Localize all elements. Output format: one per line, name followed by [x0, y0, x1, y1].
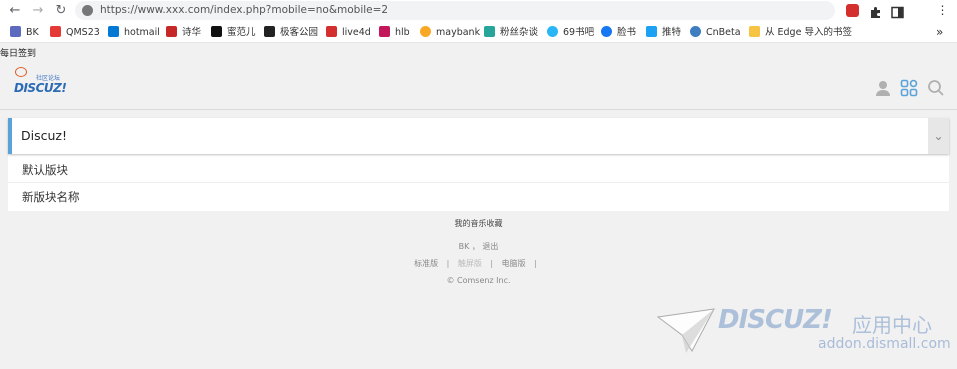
bookmark-geekpark[interactable]: 极客公园	[264, 25, 318, 40]
extensions-puzzle-icon[interactable]	[869, 4, 882, 18]
bookmark-icon	[50, 26, 61, 37]
bookmark-qms23[interactable]: QMS23	[50, 25, 100, 40]
bookmark-hotmail[interactable]: hotmail	[108, 25, 160, 40]
paper-plane-icon	[656, 308, 715, 353]
site-header: 社区论坛 DISCUZ!	[0, 59, 957, 110]
discuz-logo[interactable]: 社区论坛 DISCUZ!	[12, 67, 72, 97]
shield-extension-icon[interactable]	[846, 4, 859, 17]
collapse-chevron-icon[interactable]: ⌄	[928, 118, 949, 154]
bookmark-folder-edge[interactable]: 从 Edge 导入的书签	[749, 25, 852, 40]
logo-text: DISCUZ!	[14, 81, 67, 95]
watermark-url: addon.dismall.com	[818, 336, 951, 352]
forum-category-title: Discuz!	[21, 128, 67, 143]
logout-link[interactable]: 退出	[482, 242, 498, 251]
comma-separator: ，	[471, 242, 480, 251]
bookmark-icon	[326, 26, 337, 37]
sub-forum-link[interactable]: 默认版块	[22, 162, 68, 178]
site-info-icon[interactable]	[82, 5, 93, 16]
watermark-brand: DISCUZ!	[718, 305, 833, 335]
bookmark-bk[interactable]: BK	[10, 25, 39, 40]
separator: |	[446, 259, 450, 268]
user-links: BK ， 退出	[0, 241, 957, 252]
forum-category-header[interactable]: Discuz! ⌄	[8, 118, 949, 154]
logo-bubble-icon	[15, 67, 27, 77]
bookmark-cnbeta[interactable]: CnBeta	[690, 25, 741, 40]
standard-version-link[interactable]: 标准版	[414, 259, 438, 268]
grid-apps-icon[interactable]	[900, 79, 918, 97]
bookmark-mifaner[interactable]: 蜜范儿	[211, 25, 256, 40]
desktop-version-link[interactable]: 电脑版	[502, 259, 526, 268]
back-arrow-icon[interactable]: ←	[6, 2, 24, 20]
bookmark-icon	[690, 26, 701, 37]
bookmark-icon	[166, 26, 177, 37]
bookmark-maybank[interactable]: maybank	[420, 25, 480, 40]
bookmark-icon	[10, 26, 21, 37]
daily-signin-link[interactable]: 每日签到	[0, 46, 36, 59]
separator: |	[490, 259, 494, 268]
address-url: https://www.xxx.com/index.php?mobile=no&…	[100, 4, 389, 16]
forward-arrow-icon[interactable]: →	[29, 2, 47, 20]
bookmark-hlb[interactable]: hlb	[379, 25, 410, 40]
globe-icon	[547, 26, 558, 37]
user-icon[interactable]	[874, 79, 892, 97]
bookmark-fensi[interactable]: 粉丝杂谈	[484, 25, 538, 40]
bookmark-icon	[484, 26, 495, 37]
bookmark-live4d[interactable]: live4d	[326, 25, 371, 40]
bookmarks-overflow-chevron-icon[interactable]: »	[936, 25, 943, 40]
copyright: © Comsenz Inc.	[446, 276, 511, 285]
bookmark-icon	[420, 26, 431, 37]
facebook-icon	[601, 26, 612, 37]
bookmark-twitter[interactable]: 推特	[646, 25, 681, 40]
bookmark-icon	[379, 26, 390, 37]
address-bar[interactable]: https://www.xxx.com/index.php?mobile=no&…	[75, 1, 835, 20]
bookmarks-bar: BK QMS23 hotmail 诗华 蜜范儿 极客公园 live4d hlb …	[0, 22, 957, 43]
menu-kebab-icon[interactable]: ⋮	[936, 4, 949, 17]
bookmark-facebook[interactable]: 脸书	[601, 25, 636, 40]
forum-category-card: Discuz! ⌄ 默认版块 新版块名称	[8, 118, 949, 211]
touch-version-link: 触屏版	[457, 259, 482, 268]
bookmark-shihua[interactable]: 诗华	[166, 25, 201, 40]
side-panel-icon[interactable]	[891, 4, 904, 19]
search-icon[interactable]	[927, 79, 945, 97]
watermark-brand-cn: 应用中心	[852, 313, 932, 337]
reload-icon[interactable]: ↻	[52, 2, 70, 20]
bookmark-icon	[264, 26, 275, 37]
watermark: DISCUZ! 应用中心 addon.dismall.com	[656, 303, 951, 363]
folder-icon	[749, 26, 760, 37]
version-links: 标准版 | 触屏版 | 电脑版 |	[0, 258, 957, 269]
outlook-icon	[108, 26, 119, 37]
sub-forum-link[interactable]: 新版块名称	[22, 189, 80, 205]
twitter-icon	[646, 26, 657, 37]
bookmark-icon	[211, 26, 222, 37]
browser-toolbar: ← → ↻ https://www.xxx.com/index.php?mobi…	[0, 0, 957, 22]
music-favorites-link[interactable]: 我的音乐收藏	[0, 218, 957, 229]
separator: |	[534, 259, 537, 268]
divider	[8, 182, 949, 183]
username-link[interactable]: BK	[459, 242, 470, 251]
bookmark-69shuba[interactable]: 69书吧	[547, 25, 594, 40]
